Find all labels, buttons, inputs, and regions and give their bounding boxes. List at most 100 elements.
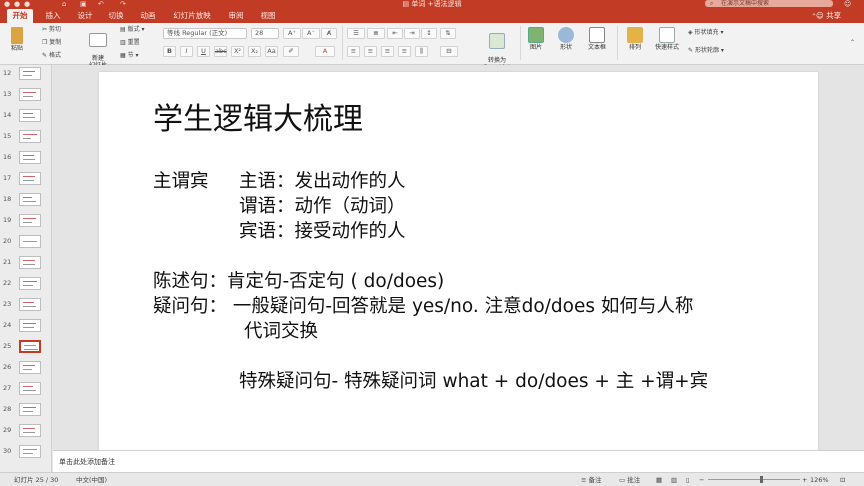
tab-transitions[interactable]: 切换 (103, 9, 129, 23)
slide-thumbnail[interactable]: 13 (0, 88, 51, 109)
language-status[interactable]: 中文(中国) (76, 475, 107, 485)
highlight-color-icon[interactable]: ✐ (283, 46, 299, 57)
slide-thumbnail[interactable]: 26 (0, 361, 51, 382)
textbox-button[interactable]: 文本框 (584, 27, 610, 51)
underline-icon[interactable]: U (197, 46, 210, 57)
bold-icon[interactable]: B (163, 46, 176, 57)
slide-text-svo-label[interactable]: 主谓宾 (153, 170, 209, 194)
search-input[interactable]: ⌕ 在演示文稿中搜索 (705, 0, 833, 7)
align-text-icon[interactable]: ⊟ (440, 46, 458, 57)
increase-font-icon[interactable]: A⁺ (283, 28, 301, 39)
picture-button[interactable]: 图片 (524, 27, 548, 51)
reading-view-icon[interactable]: ▯ (686, 475, 690, 485)
thumbnail-image (19, 130, 41, 143)
slide-thumbnail[interactable]: 27 (0, 382, 51, 403)
font-color-icon[interactable]: A (315, 46, 335, 57)
zoom-level[interactable]: 126% (810, 475, 829, 485)
tab-design[interactable]: 设计 (72, 9, 98, 23)
text-direction-icon[interactable]: ⇅ (440, 28, 456, 39)
slide-thumbnail[interactable]: 14 (0, 109, 51, 130)
notes-button[interactable]: ≡ 备注 (581, 475, 602, 485)
slide-thumbnail[interactable]: 21 (0, 256, 51, 277)
feedback-smiley-icon[interactable]: ☺ (844, 0, 851, 8)
slide-thumbnail[interactable]: 19 (0, 214, 51, 235)
zoom-slider-thumb[interactable] (760, 476, 763, 483)
thumbnail-image (19, 256, 41, 269)
paste-button[interactable]: 粘贴 (6, 27, 28, 52)
tab-review[interactable]: 审阅 (223, 9, 249, 23)
decrease-font-icon[interactable]: A⁻ (302, 28, 320, 39)
arrange-button[interactable]: 排列 (624, 27, 646, 51)
ribbon-collapse-icon[interactable]: ⌃ (850, 39, 855, 47)
align-left-icon[interactable]: ≡ (347, 46, 360, 57)
increase-indent-icon[interactable]: ⇥ (404, 28, 420, 39)
slide-text-pronoun[interactable]: 代词交换 (244, 320, 318, 344)
slide-thumbnail[interactable]: 24 (0, 319, 51, 340)
slide-thumbnail[interactable]: 30 (0, 445, 51, 466)
copy-button[interactable]: ❐ 复制 (42, 39, 61, 47)
tab-insert[interactable]: 插入 (40, 9, 66, 23)
share-button[interactable]: ⁺☺ 共享 (812, 9, 841, 23)
slide-thumbnail[interactable]: 29 (0, 424, 51, 445)
slide-thumbnail[interactable]: 22 (0, 277, 51, 298)
tab-home[interactable]: 开始 (7, 9, 33, 23)
justify-icon[interactable]: ≡ (398, 46, 411, 57)
slide-text-predicate[interactable]: 谓语：动作（动词） (239, 195, 406, 219)
normal-view-icon[interactable]: ▦ (656, 475, 662, 485)
thumbnail-image (19, 109, 41, 122)
slide-canvas[interactable]: 学生逻辑大梳理 主谓宾 主语：发出动作的人 谓语：动作（动词） 宾语：接受动作的… (99, 72, 818, 450)
bullets-icon[interactable]: ☰ (347, 28, 365, 39)
slide-text-declarative[interactable]: 陈述句：肯定句-否定句 ( do/does) (153, 270, 444, 294)
italic-icon[interactable]: I (180, 46, 193, 57)
slide-thumbnail[interactable]: 17 (0, 172, 51, 193)
zoom-out-icon[interactable]: − (699, 475, 704, 485)
numbering-icon[interactable]: ≣ (367, 28, 385, 39)
reset-button[interactable]: ▥ 重置 (120, 39, 140, 47)
slide-thumbnail[interactable]: 16 (0, 151, 51, 172)
change-case-icon[interactable]: Aa (265, 46, 278, 57)
tab-animations[interactable]: 动画 (135, 9, 161, 23)
shape-outline-button[interactable]: ✎ 形状轮廓 ▾ (688, 47, 724, 55)
align-center-icon[interactable]: ≡ (364, 46, 377, 57)
superscript-icon[interactable]: X² (231, 46, 244, 57)
slide-thumbnail[interactable]: 12 (0, 67, 51, 88)
sorter-view-icon[interactable]: ▥ (671, 475, 677, 485)
new-slide-button[interactable]: 新建 幻灯片 (84, 26, 112, 69)
slide-thumbnail[interactable]: 28 (0, 403, 51, 424)
columns-icon[interactable]: ⫼ (415, 46, 428, 57)
align-right-icon[interactable]: ≡ (381, 46, 394, 57)
slide-text-question[interactable]: 疑问句： 一般疑问句-回答就是 yes/no. 注意do/does 如何与人称 (153, 295, 693, 319)
slide-thumbnail[interactable]: 20 (0, 235, 51, 256)
section-button[interactable]: ▦ 节 ▾ (120, 52, 139, 60)
slide-text-object[interactable]: 宾语：接受动作的人 (239, 220, 406, 244)
tab-view[interactable]: 视图 (255, 9, 281, 23)
slide-count: 幻灯片 25 / 30 (14, 476, 59, 484)
cut-button[interactable]: ✂ 剪切 (42, 26, 61, 34)
strikethrough-icon[interactable]: abc (214, 46, 227, 57)
shape-button[interactable]: 形状 (554, 27, 578, 51)
slide-thumbnail[interactable]: 18 (0, 193, 51, 214)
clear-format-icon[interactable]: A̸ (321, 28, 337, 39)
slide-thumbnail[interactable]: 15 (0, 130, 51, 151)
font-name-dropdown[interactable]: 等线 Regular (正文) (163, 28, 247, 39)
slide-thumbnail-selected[interactable]: 25 (0, 340, 51, 361)
slide-title[interactable]: 学生逻辑大梳理 (153, 100, 363, 140)
font-size-dropdown[interactable]: 28 (251, 28, 279, 39)
line-spacing-icon[interactable]: ↕ (421, 28, 437, 39)
format-painter-button[interactable]: ✎ 格式 (42, 52, 61, 60)
fit-slide-icon[interactable]: ⊡ (840, 475, 845, 485)
tab-slideshow[interactable]: 幻灯片放映 (168, 9, 216, 23)
slide-text-wh-question[interactable]: 特殊疑问句- 特殊疑问词 what + do/does + 主 +谓+宾 (239, 370, 708, 394)
slide-text-subject[interactable]: 主语：发出动作的人 (239, 170, 406, 194)
slide-thumbnail[interactable]: 23 (0, 298, 51, 319)
shape-fill-button[interactable]: ◈ 形状填充 ▾ (688, 29, 723, 37)
layout-button[interactable]: ▤ 版式 ▾ (120, 26, 145, 34)
zoom-in-icon[interactable]: + (802, 475, 807, 485)
quick-styles-button[interactable]: 快速样式 (652, 27, 682, 51)
subscript-icon[interactable]: X₂ (248, 46, 261, 57)
comments-button[interactable]: ▭ 批注 (619, 475, 640, 485)
decrease-indent-icon[interactable]: ⇤ (387, 28, 403, 39)
notes-pane[interactable]: 单击此处添加备注 (53, 450, 864, 472)
thumbnail-image (19, 424, 41, 437)
zoom-slider[interactable] (708, 479, 800, 480)
